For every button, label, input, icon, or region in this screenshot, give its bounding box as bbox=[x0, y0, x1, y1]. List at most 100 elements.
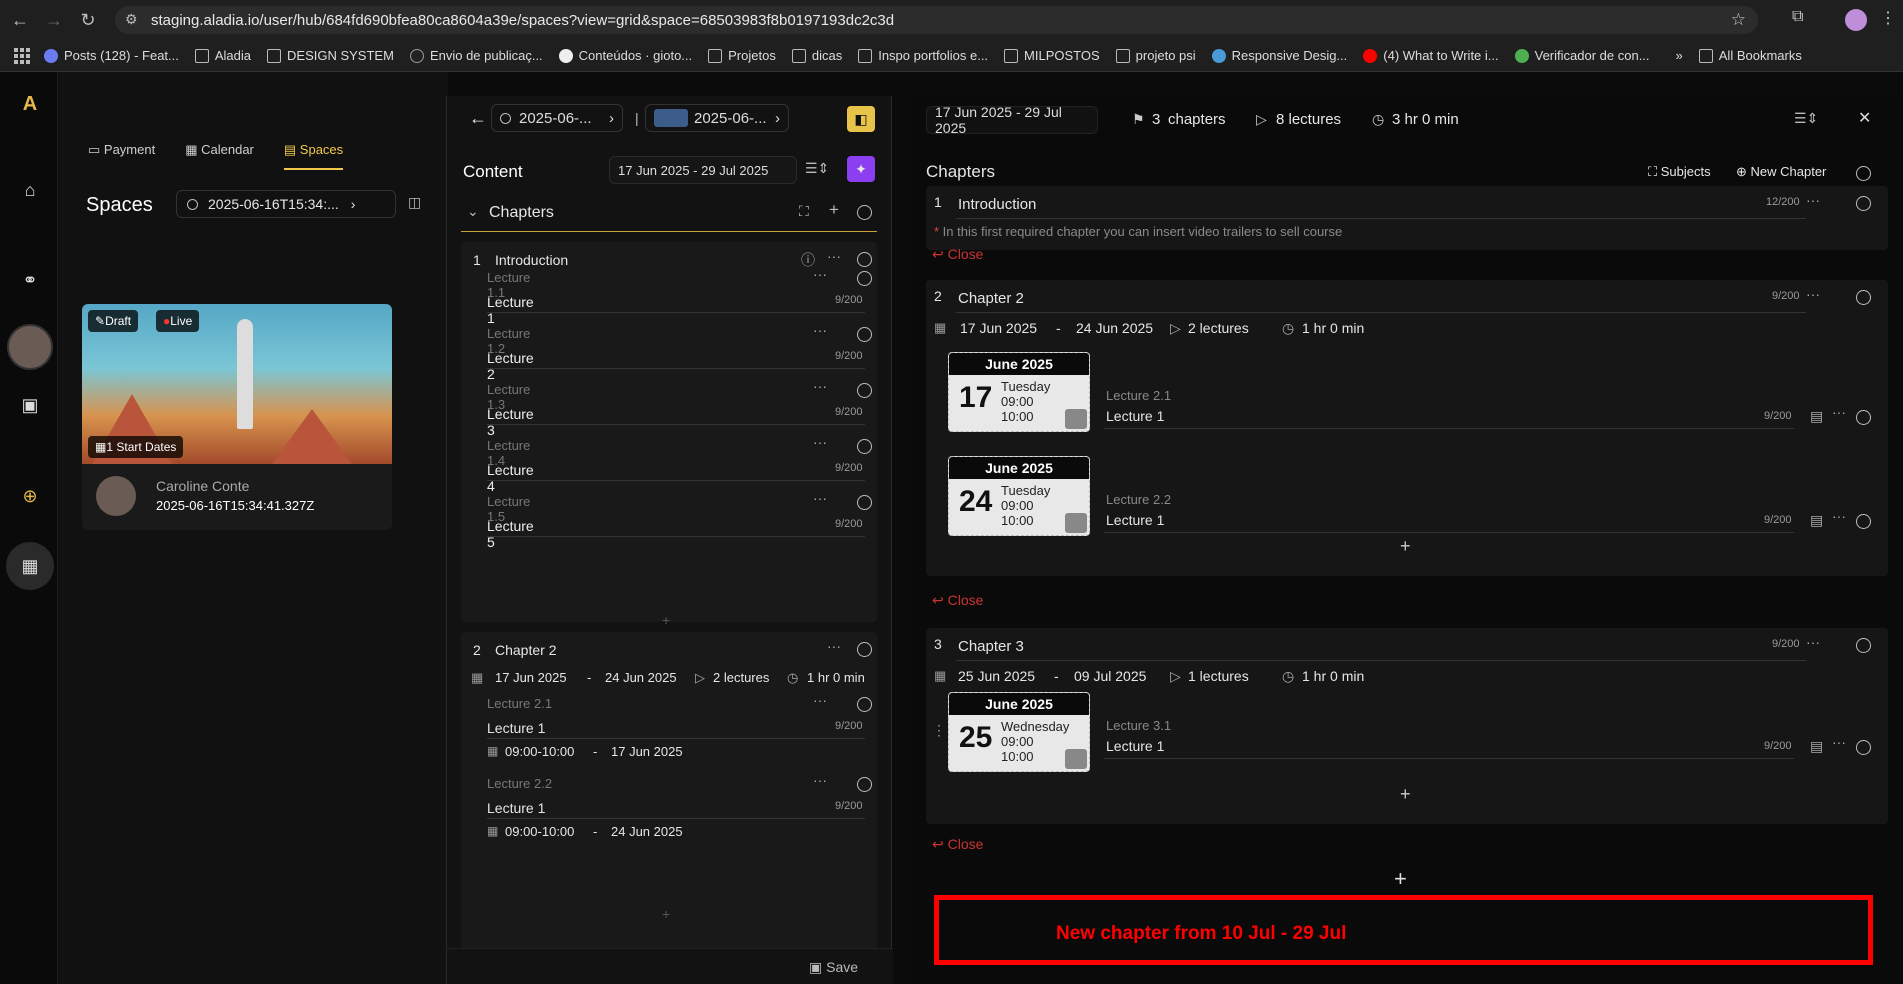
more-icon[interactable]: ··· bbox=[813, 378, 827, 394]
more-icon[interactable]: ··· bbox=[813, 322, 827, 338]
bookmark-item[interactable]: (4) What to Write i... bbox=[1363, 48, 1499, 63]
building-icon[interactable]: ▦ bbox=[6, 542, 54, 590]
breadcrumb-course[interactable]: 2025-06-... › bbox=[645, 104, 789, 132]
close-link[interactable]: ↩ Close bbox=[932, 246, 983, 263]
more-icon[interactable]: ··· bbox=[1806, 634, 1820, 650]
file-icon[interactable]: ▤ bbox=[1810, 738, 1823, 755]
select-circle[interactable] bbox=[1856, 166, 1871, 181]
add-lecture-icon[interactable]: + bbox=[662, 906, 670, 922]
more-icon[interactable]: ··· bbox=[1806, 192, 1820, 208]
more-icon[interactable]: ··· bbox=[827, 248, 841, 264]
select-circle[interactable] bbox=[857, 271, 872, 286]
space-selector[interactable]: 2025-06-16T15:34:... › bbox=[176, 190, 396, 218]
all-bookmarks[interactable]: All Bookmarks bbox=[1698, 48, 1802, 63]
bookmark-item[interactable]: Conteúdos · gioto... bbox=[558, 48, 692, 63]
close-icon[interactable]: ✕ bbox=[1858, 108, 1871, 128]
bookmark-folder[interactable]: Inspo portfolios e... bbox=[858, 48, 988, 63]
back-icon[interactable]: ← bbox=[6, 6, 34, 34]
close-link[interactable]: ↩ Close bbox=[932, 836, 983, 853]
extensions-icon[interactable]: ⧉ bbox=[1792, 8, 1803, 26]
edit-date-icon[interactable] bbox=[1065, 513, 1087, 533]
select-circle[interactable] bbox=[857, 383, 872, 398]
select-circle[interactable] bbox=[857, 495, 872, 510]
more-icon[interactable]: ··· bbox=[813, 490, 827, 506]
select-circle[interactable] bbox=[857, 327, 872, 342]
more-icon[interactable]: ··· bbox=[813, 434, 827, 450]
chevron-down-icon[interactable]: ⌄ bbox=[467, 203, 479, 220]
breadcrumb-space[interactable]: 2025-06-... › bbox=[491, 104, 623, 132]
address-bar[interactable]: ⚙ staging.aladia.io/user/hub/684fd690bfe… bbox=[115, 6, 1758, 34]
file-icon[interactable]: ▤ bbox=[1810, 408, 1823, 425]
lecture-title[interactable]: Lecture 1 bbox=[487, 720, 545, 736]
ai-sparkle-icon[interactable]: ✦ bbox=[847, 156, 875, 182]
profile-avatar[interactable] bbox=[1845, 9, 1867, 31]
tab-calendar[interactable]: ▦ Calendar bbox=[185, 142, 254, 170]
reload-icon[interactable]: ↻ bbox=[74, 6, 102, 34]
browser-menu-icon[interactable]: ⋮ bbox=[1880, 8, 1896, 28]
select-circle[interactable] bbox=[857, 205, 872, 220]
bookmark-folder[interactable]: dicas bbox=[791, 48, 842, 63]
new-chapter-button[interactable]: ⊕ New Chapter bbox=[1736, 164, 1826, 180]
subjects-button[interactable]: ⛶ Subjects bbox=[1648, 164, 1711, 180]
select-circle[interactable] bbox=[1856, 740, 1871, 755]
chapters-header[interactable]: ⌄ Chapters ⛶ + bbox=[461, 196, 877, 232]
select-circle[interactable] bbox=[1856, 514, 1871, 529]
lecture-title[interactable]: Lecture 1 bbox=[487, 294, 534, 326]
select-circle[interactable] bbox=[857, 252, 872, 267]
lecture-date-card[interactable]: June 2025 17 Tuesday 09:00 10:00 bbox=[948, 352, 1090, 432]
view-toggle-icon[interactable]: ☰⇕ bbox=[805, 160, 829, 177]
forward-icon[interactable]: → bbox=[40, 6, 68, 34]
select-circle[interactable] bbox=[1856, 638, 1871, 653]
share-icon[interactable]: ⚭ bbox=[18, 270, 42, 294]
lecture-title[interactable]: Lecture 1 bbox=[1106, 512, 1164, 528]
more-bookmarks-icon[interactable]: » bbox=[1676, 48, 1683, 63]
edit-date-icon[interactable] bbox=[1065, 749, 1087, 769]
bookmark-folder[interactable]: MILPOSTOS bbox=[1004, 48, 1100, 63]
date-range-field[interactable]: 17 Jun 2025 - 29 Jul 2025 bbox=[926, 104, 1098, 136]
lecture-title[interactable]: Lecture 1 bbox=[487, 800, 545, 816]
bookmark-folder[interactable]: DESIGN SYSTEM bbox=[267, 48, 394, 63]
add-circle-icon[interactable]: ⊕ bbox=[18, 486, 42, 510]
bookmark-folder[interactable]: Projetos bbox=[708, 48, 776, 63]
more-icon[interactable]: ··· bbox=[813, 772, 827, 788]
select-circle[interactable] bbox=[857, 439, 872, 454]
select-circle[interactable] bbox=[857, 777, 872, 792]
hub-icon[interactable]: ▣ bbox=[18, 395, 42, 419]
lecture-title[interactable]: Lecture 2 bbox=[487, 350, 534, 382]
user-avatar[interactable] bbox=[7, 324, 53, 370]
lecture-date-card[interactable]: June 2025 25 Wednesday 09:00 10:00 bbox=[948, 692, 1090, 772]
lecture-title[interactable]: Lecture 3 bbox=[487, 406, 534, 438]
lecture-title[interactable]: Lecture 5 bbox=[487, 518, 534, 550]
select-circle[interactable] bbox=[857, 642, 872, 657]
bookmark-item[interactable]: Envio de publicaç... bbox=[409, 48, 543, 63]
space-card-footer[interactable]: Caroline Conte 2025-06-16T15:34:41.327Z bbox=[82, 464, 392, 530]
bookmark-folder[interactable]: Aladia bbox=[194, 48, 251, 63]
select-circle[interactable] bbox=[1856, 196, 1871, 211]
store-icon[interactable]: ⌂ bbox=[18, 180, 42, 204]
add-lecture-icon[interactable]: + bbox=[1400, 536, 1411, 557]
select-circle[interactable] bbox=[1856, 290, 1871, 305]
more-icon[interactable]: ··· bbox=[1806, 286, 1820, 302]
bookmark-item[interactable]: Verificador de con... bbox=[1514, 48, 1650, 63]
select-circle[interactable] bbox=[857, 697, 872, 712]
lecture-title[interactable]: Lecture 4 bbox=[487, 462, 534, 494]
more-icon[interactable]: ··· bbox=[1832, 404, 1846, 420]
bookmark-star-icon[interactable]: ☆ bbox=[1731, 10, 1746, 30]
lecture-date-card[interactable]: June 2025 24 Tuesday 09:00 10:00 bbox=[948, 456, 1090, 536]
bookmark-item[interactable]: Responsive Desig... bbox=[1211, 48, 1347, 63]
date-range-field[interactable]: 17 Jun 2025 - 29 Jul 2025 bbox=[609, 156, 797, 184]
close-link[interactable]: ↩ Close bbox=[932, 592, 983, 609]
panel-toggle-icon[interactable]: ◫ bbox=[408, 194, 421, 211]
tab-spaces[interactable]: ▤ Spaces bbox=[283, 142, 344, 170]
more-icon[interactable]: ··· bbox=[1832, 734, 1846, 750]
add-chapter-icon[interactable]: + bbox=[1394, 866, 1407, 892]
more-icon[interactable]: ··· bbox=[813, 692, 827, 708]
file-icon[interactable]: ▤ bbox=[1810, 512, 1823, 529]
sidebar-toggle-icon[interactable]: ◧ bbox=[847, 106, 875, 132]
edit-date-icon[interactable] bbox=[1065, 409, 1087, 429]
aladia-logo[interactable]: A bbox=[10, 84, 50, 124]
more-icon[interactable]: ··· bbox=[827, 638, 841, 654]
bookmark-item[interactable]: Posts (128) - Feat... bbox=[44, 48, 179, 63]
add-icon[interactable]: + bbox=[829, 200, 839, 220]
more-icon[interactable]: ··· bbox=[1832, 508, 1846, 524]
